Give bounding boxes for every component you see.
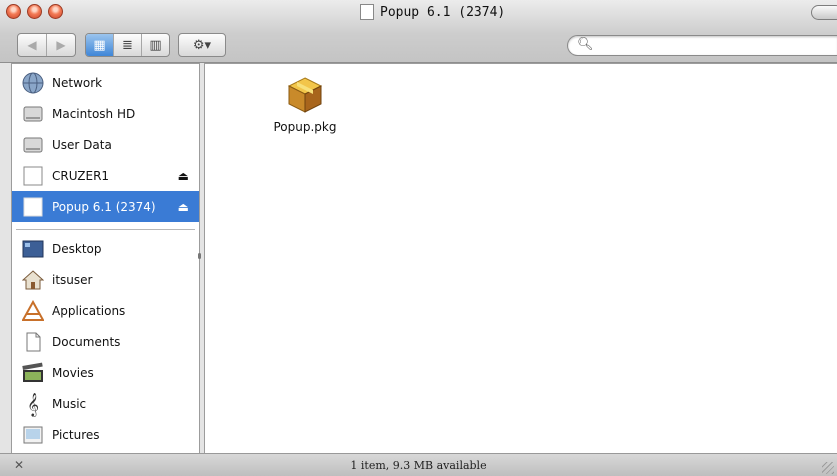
sidebar-item-cruzer1[interactable]: CRUZER1 ⏏ — [12, 160, 199, 191]
action-menu-button[interactable]: ⚙▾ — [179, 34, 225, 56]
sidebar-item-label: Popup 6.1 (2374) — [52, 199, 156, 214]
desktop-icon — [21, 237, 45, 261]
sidebar-item-label: Movies — [52, 365, 94, 380]
sidebar-item-label: itsuser — [52, 272, 93, 287]
documents-icon — [21, 330, 45, 354]
home-icon — [21, 268, 45, 292]
resize-grip[interactable] — [822, 462, 834, 474]
eject-icon[interactable]: ⏏ — [178, 200, 189, 214]
column-view-button[interactable]: ▥ — [142, 34, 169, 56]
back-button[interactable]: ◀ — [18, 34, 47, 56]
sidebar-item-popup-volume[interactable]: Popup 6.1 (2374) ⏏ — [12, 191, 199, 222]
pictures-icon — [21, 423, 45, 447]
action-menu: ⚙▾ — [178, 33, 226, 57]
network-globe-icon — [21, 71, 45, 95]
sidebar-item-network[interactable]: Network — [12, 67, 199, 98]
sidebar-item-documents[interactable]: Documents — [12, 326, 199, 357]
sidebar-item-label: Music — [52, 396, 87, 411]
document-proxy-icon[interactable] — [360, 4, 374, 20]
sidebar-item-itsuser[interactable]: itsuser — [12, 264, 199, 295]
sidebar-item-desktop[interactable]: Desktop — [12, 233, 199, 264]
back-forward-control: ◀ ▶ — [17, 33, 76, 57]
sidebar-resize-handle[interactable] — [198, 253, 201, 259]
close-button[interactable] — [6, 4, 21, 19]
sidebar-item-label: CRUZER1 — [52, 168, 110, 183]
list-view-button[interactable]: ≣ — [114, 34, 142, 56]
search-field[interactable]: 🔍︎ — [567, 35, 837, 56]
sidebar-item-pictures[interactable]: Pictures — [12, 419, 199, 450]
window-title: Popup 6.1 (2374) — [380, 4, 506, 20]
applications-icon — [21, 299, 45, 323]
minimize-button[interactable] — [27, 4, 42, 19]
status-bar: ✕ 1 item, 9.3 MB available — [0, 453, 837, 476]
sidebar-item-label: User Data — [52, 137, 112, 152]
hard-disk-icon — [21, 133, 45, 157]
sidebar-item-applications[interactable]: Applications — [12, 295, 199, 326]
sidebar-item-label: Macintosh HD — [52, 106, 136, 121]
eject-icon[interactable]: ⏏ — [178, 169, 189, 183]
forward-button[interactable]: ▶ — [47, 34, 75, 56]
sidebar-item-label: Pictures — [52, 427, 100, 442]
hard-disk-icon — [21, 102, 45, 126]
sidebar: Network Macintosh HD User Data CRUZER1 ⏏ — [11, 63, 200, 455]
package-icon — [285, 74, 325, 118]
disk-image-icon — [21, 195, 45, 219]
sidebar-item-label: Network — [52, 75, 103, 90]
sidebar-item-user-data[interactable]: User Data — [12, 129, 199, 160]
movies-icon — [21, 361, 45, 385]
view-mode-control: ▦ ≣ ▥ — [85, 33, 170, 57]
window-title-area: Popup 6.1 (2374) — [360, 4, 505, 20]
window-controls — [6, 4, 63, 19]
sidebar-item-movies[interactable]: Movies — [12, 357, 199, 388]
sidebar-item-label: Documents — [52, 334, 121, 349]
file-browser-area: Popup.pkg — [204, 63, 837, 454]
icon-view-button[interactable]: ▦ — [86, 34, 114, 56]
sidebar-item-label: Desktop — [52, 241, 102, 256]
sidebar-divider — [16, 229, 195, 230]
removable-disk-icon — [21, 164, 45, 188]
finder-window: Popup 6.1 (2374) ◀ ▶ ▦ ≣ ▥ ⚙▾ 🔍︎ Network — [0, 0, 837, 476]
status-text: 1 item, 9.3 MB available — [350, 459, 487, 472]
toolbar-toggle-button[interactable] — [811, 5, 837, 20]
sidebar-item-label: Applications — [52, 303, 126, 318]
zoom-button[interactable] — [48, 4, 63, 19]
sidebar-item-macintosh-hd[interactable]: Macintosh HD — [12, 98, 199, 129]
toolbar: Popup 6.1 (2374) ◀ ▶ ▦ ≣ ▥ ⚙▾ 🔍︎ — [0, 0, 837, 63]
file-item-popup-pkg[interactable]: Popup.pkg — [265, 74, 345, 134]
file-name-label: Popup.pkg — [273, 120, 337, 134]
search-icon: 🔍︎ — [577, 37, 594, 52]
sidebar-item-music[interactable]: 𝄞 Music — [12, 388, 199, 419]
music-icon: 𝄞 — [27, 391, 39, 416]
